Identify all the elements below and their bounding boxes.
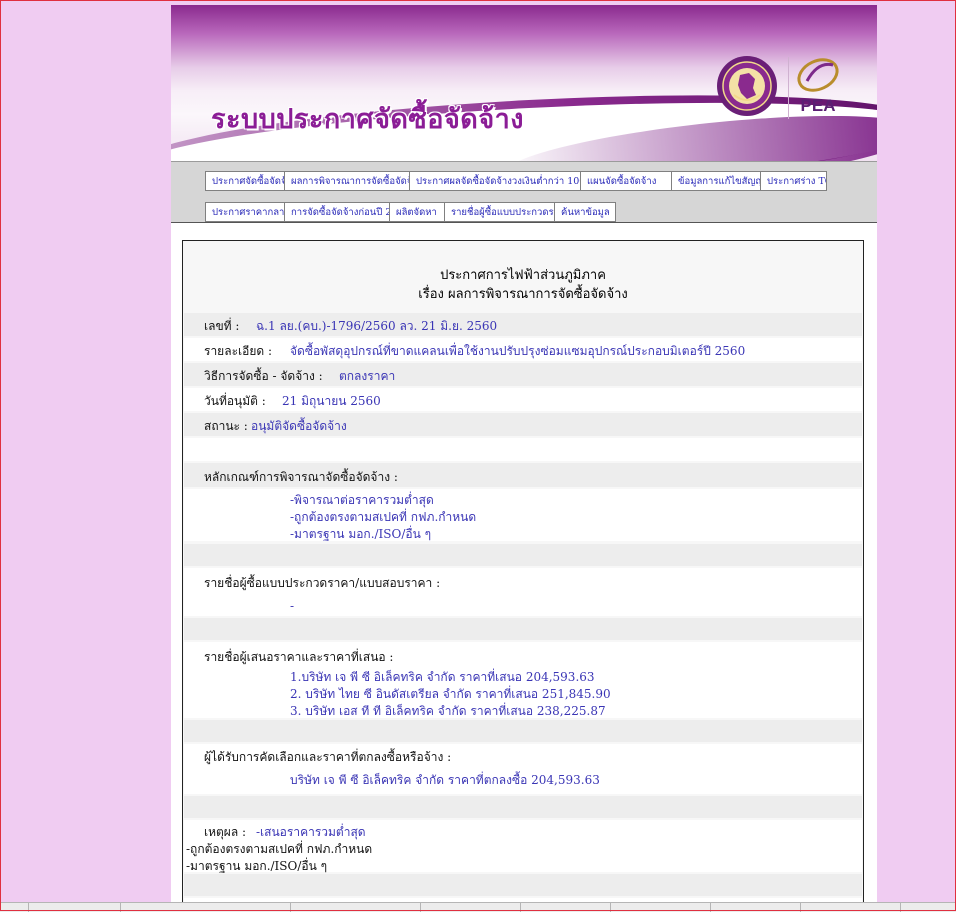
row-bidders: รายชื่อผู้เสนอราคาและราคาที่เสนอ : 1.บริ… — [184, 642, 862, 718]
row-reason: เหตุผล : -เสนอราคารวมต่ำสุด -ถูกต้องตรงต… — [184, 820, 862, 873]
spacer-row — [184, 796, 862, 818]
row-winner: ผู้ได้รับการคัดเลือกและราคาที่ตกลงซื้อหร… — [184, 744, 862, 794]
winner-label: ผู้ได้รับการคัดเลือกและราคาที่ตกลงซื้อหร… — [204, 750, 452, 764]
spacer-row — [184, 544, 862, 566]
row-status: สถานะ : อนุมัติจัดซื้อจัดจ้าง — [184, 413, 862, 436]
row-number: เลขที่ : ฉ.1 ลย.(คบ.)-1796/2560 ลว. 21 ม… — [184, 313, 862, 336]
buyers-value: - — [290, 599, 295, 613]
menu-draft-tor[interactable]: ประกาศร่าง TOR — [760, 171, 827, 191]
menu-median-price[interactable]: ประกาศราคากลาง — [205, 202, 285, 222]
menu-search[interactable]: ค้นหาข้อมูล — [554, 202, 616, 222]
pea-logo-icon: PEA — [797, 58, 839, 115]
menu-bid-buyers[interactable]: รายชื่อผู้ซื้อแบบประกวดราคา — [444, 202, 555, 222]
method-label: วิธีการจัดซื้อ - จัดจ้าง : — [204, 369, 323, 383]
row-criteria: -พิจารณาต่อราคารวมต่ำสุด -ถูกต้องตรงตามส… — [184, 489, 862, 541]
number-value: ฉ.1 ลย.(คบ.)-1796/2560 ลว. 21 มิ.ย. 2560 — [256, 319, 498, 333]
criteria-item: -มาตรฐาน มอก./ISO/อื่น ๆ — [290, 527, 432, 541]
number-label: เลขที่ : — [204, 319, 240, 333]
menu-announce-procurement[interactable]: ประกาศจัดซื้อจัดจ้าง — [205, 171, 285, 191]
row-buyers: รายชื่อผู้ซื้อแบบประกวดราคา/แบบสอบราคา :… — [184, 568, 862, 616]
logo-divider — [788, 57, 789, 119]
pea-seal-icon — [717, 56, 777, 116]
row-criteria-label: หลักเกณฑ์การพิจารณาจัดซื้อจัดจ้าง : — [184, 463, 862, 487]
status-label: สถานะ : — [204, 419, 248, 433]
menu-result-under-100k[interactable]: ประกาศผลจัดซื้อจัดจ้างวงเงินต่ำกว่า 100,… — [409, 171, 581, 191]
bidder-item: 3. บริษัท เอส ที ที อิเล็คทริค จำกัด ราค… — [290, 704, 606, 718]
detail-label: รายละเอียด : — [204, 344, 273, 358]
approve-date-label: วันที่อนุมัติ : — [204, 394, 266, 408]
method-value: ตกลงราคา — [339, 369, 396, 383]
page-container: ระบบประกาศจัดซื้อจัดจ้าง PEA ประกาศจัดซื… — [171, 5, 877, 911]
menu-production[interactable]: ผลิตจัดหา — [389, 202, 445, 222]
spacer-row — [184, 438, 862, 461]
spacer-row — [184, 874, 862, 896]
nav-menu: ประกาศจัดซื้อจัดจ้าง ผลการพิจารณาการจัดซ… — [171, 161, 877, 223]
bidders-label: รายชื่อผู้เสนอราคาและราคาที่เสนอ : — [204, 650, 394, 664]
spacer-row — [184, 618, 862, 640]
spacer-row — [184, 720, 862, 742]
approve-date-value: 21 มิถุนายน 2560 — [282, 394, 381, 408]
announcement-subject: เรื่อง ผลการพิจารณาการจัดซื้อจัดจ้าง — [418, 287, 628, 302]
status-value: อนุมัติจัดซื้อจัดจ้าง — [251, 419, 347, 433]
site-title: ระบบประกาศจัดซื้อจัดจ้าง — [211, 104, 524, 135]
announcement-panel: ประกาศการไฟฟ้าส่วนภูมิภาค เรื่อง ผลการพิ… — [182, 240, 864, 911]
menu-before-2566[interactable]: การจัดซื้อจัดจ้างก่อนปี 2566 — [284, 202, 390, 222]
criteria-label: หลักเกณฑ์การพิจารณาจัดซื้อจัดจ้าง : — [204, 470, 398, 484]
winner-value: บริษัท เจ พี ซี อิเล็คทริค จำกัด ราคาที่… — [290, 773, 600, 787]
pea-logo-text: PEA — [801, 96, 836, 115]
row-detail: รายละเอียด : จัดซื้อพัสดุอุปกรณ์ที่ขาดแค… — [184, 338, 862, 361]
menu-procurement-result[interactable]: ผลการพิจารณาการจัดซื้อจัดจ้าง — [284, 171, 410, 191]
menu-contract-amendment[interactable]: ข้อมูลการแก้ไขสัญญา — [671, 171, 761, 191]
announcement-title: ประกาศการไฟฟ้าส่วนภูมิภาค — [440, 268, 606, 283]
menu-procurement-plan[interactable]: แผนจัดซื้อจัดจ้าง — [580, 171, 672, 191]
row-approve-date: วันที่อนุมัติ : 21 มิถุนายน 2560 — [184, 388, 862, 411]
detail-value: จัดซื้อพัสดุอุปกรณ์ที่ขาดแคลนเพื่อใช้งาน… — [290, 344, 746, 358]
row-method: วิธีการจัดซื้อ - จัดจ้าง : ตกลงราคา — [184, 363, 862, 386]
buyers-label: รายชื่อผู้ซื้อแบบประกวดราคา/แบบสอบราคา : — [204, 576, 441, 590]
header-banner: ระบบประกาศจัดซื้อจัดจ้าง PEA — [171, 5, 877, 161]
